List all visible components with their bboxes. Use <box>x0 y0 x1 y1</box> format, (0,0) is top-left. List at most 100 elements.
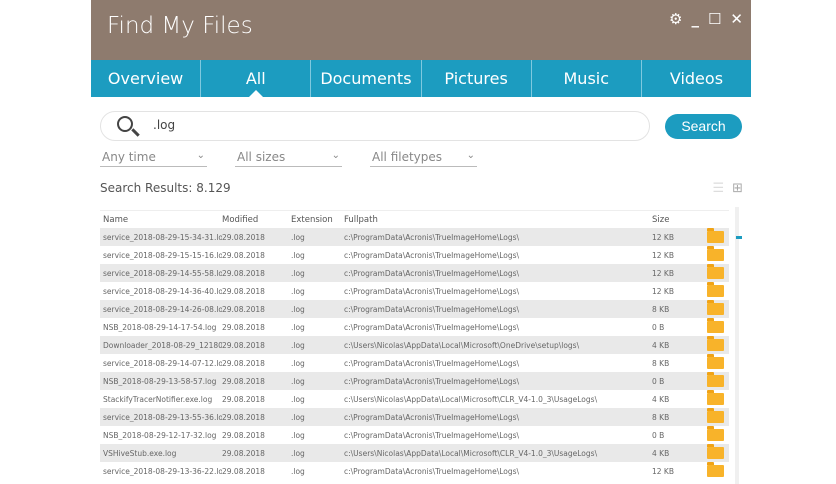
file-size: 4 KB <box>652 340 670 350</box>
file-name: service_2018-08-29-14-07-12.log <box>103 358 222 368</box>
open-folder-icon[interactable] <box>707 372 724 387</box>
col-modified[interactable]: Modified <box>222 215 291 225</box>
col-name[interactable]: Name <box>100 215 222 225</box>
tab-documents[interactable]: Documents <box>311 60 422 97</box>
table-row[interactable]: service_2018-08-29-15-34-31.log 29.08.201… <box>100 228 729 246</box>
open-folder-icon[interactable] <box>707 282 724 297</box>
search-box <box>100 111 650 141</box>
tab-all[interactable]: All <box>201 60 312 97</box>
file-size: 12 KB <box>652 232 674 242</box>
file-name: service_2018-08-29-14-36-40.log <box>103 286 222 296</box>
modified-date: 29.08.2018 <box>222 376 265 386</box>
open-folder-icon[interactable] <box>707 462 724 477</box>
tab-music[interactable]: Music <box>532 60 642 97</box>
open-folder-icon[interactable] <box>707 264 724 279</box>
open-folder-icon[interactable] <box>707 318 724 333</box>
open-folder-icon[interactable] <box>707 390 724 405</box>
category-tabs: Overview All Documents Pictures Music Vi… <box>91 60 751 97</box>
open-folder-icon[interactable] <box>707 444 724 459</box>
search-icon <box>117 116 133 132</box>
file-name: service_2018-08-29-15-34-31.log <box>103 232 222 242</box>
modified-date: 29.08.2018 <box>222 448 265 458</box>
file-size: 8 KB <box>652 304 670 314</box>
scrollbar-thumb[interactable] <box>736 236 742 239</box>
fullpath: c:\ProgramData\Acronis\TrueImageHome\Log… <box>344 322 520 332</box>
file-size: 0 B <box>652 430 665 440</box>
filetype-filter[interactable]: All filetypes ⌄ <box>370 150 477 167</box>
extension: .log <box>291 322 305 332</box>
scrollbar[interactable] <box>735 207 739 484</box>
close-icon[interactable]: ✕ <box>730 10 743 28</box>
chevron-down-icon: ⌄ <box>466 150 475 161</box>
open-folder-icon[interactable] <box>707 336 724 351</box>
table-row[interactable]: VSHiveStub.exe.log 29.08.2018 .log c:\Users… <box>100 444 729 462</box>
table-row[interactable]: NSB_2018-08-29-14-17-54.log 29.08.2018 .lo… <box>100 318 729 336</box>
file-size: 12 KB <box>652 286 674 296</box>
gear-icon[interactable]: ⚙ <box>669 10 682 28</box>
table-row[interactable]: service_2018-08-29-13-55-36.log 29.08.201… <box>100 408 729 426</box>
modified-date: 29.08.2018 <box>222 268 265 278</box>
table-row[interactable]: service_2018-08-29-13-36-22.log 29.08.201… <box>100 462 729 480</box>
table-row[interactable]: service_2018-08-29-15-15-16.log 29.08.201… <box>100 246 729 264</box>
fullpath: c:\ProgramData\Acronis\TrueImageHome\Log… <box>344 376 520 386</box>
extension: .log <box>291 466 305 476</box>
file-name: service_2018-08-29-13-55-36.log <box>103 412 222 422</box>
modified-date: 29.08.2018 <box>222 250 265 260</box>
table-row[interactable]: StackifyTracerNotifier.exe.log 29.08.2018… <box>100 390 729 408</box>
tab-pictures[interactable]: Pictures <box>422 60 532 97</box>
col-extension[interactable]: Extension <box>291 215 344 225</box>
open-folder-icon[interactable] <box>707 354 724 369</box>
extension: .log <box>291 268 305 278</box>
tab-videos[interactable]: Videos <box>642 60 751 97</box>
extension: .log <box>291 286 305 296</box>
table-row[interactable]: NSB_2018-08-29-13-58-57.log 29.08.2018 .lo… <box>100 372 729 390</box>
modified-date: 29.08.2018 <box>222 358 265 368</box>
col-size[interactable]: Size <box>652 215 707 225</box>
table-row[interactable]: service_2018-08-29-14-55-58.log 29.08.201… <box>100 264 729 282</box>
file-size: 12 KB <box>652 466 674 476</box>
table-row[interactable]: service_2018-08-29-14-26-08.log 29.08.201… <box>100 300 729 318</box>
open-folder-icon[interactable] <box>707 408 724 423</box>
table-row[interactable]: Downloader_2018-08-29_121805_2...29.08.2… <box>100 336 729 354</box>
open-folder-icon[interactable] <box>707 300 724 315</box>
time-filter-value: Any time <box>102 150 156 164</box>
file-name: StackifyTracerNotifier.exe.log <box>103 394 213 404</box>
maximize-icon[interactable]: ☐ <box>708 10 721 28</box>
open-folder-icon[interactable] <box>707 228 724 243</box>
table-header: Name Modified Extension Fullpath Size <box>100 210 729 228</box>
file-size: 4 KB <box>652 448 670 458</box>
file-name: VSHiveStub.exe.log <box>103 448 177 458</box>
tab-overview[interactable]: Overview <box>91 60 202 97</box>
table-row[interactable]: service_2018-08-29-14-36-40.log 29.08.201… <box>100 282 729 300</box>
minimize-icon[interactable]: _ <box>691 10 699 28</box>
extension: .log <box>291 448 305 458</box>
modified-date: 29.08.2018 <box>222 340 265 350</box>
size-filter[interactable]: All sizes ⌄ <box>235 150 342 167</box>
fullpath: c:\ProgramData\Acronis\TrueImageHome\Log… <box>344 232 520 242</box>
search-results-count: Search Results: 8.129 <box>100 181 231 195</box>
open-folder-icon[interactable] <box>707 426 724 441</box>
modified-date: 29.08.2018 <box>222 430 265 440</box>
fullpath: c:\ProgramData\Acronis\TrueImageHome\Log… <box>344 268 520 278</box>
table-row[interactable]: service_2018-08-29-14-07-12.log 29.08.201… <box>100 354 729 372</box>
table-row[interactable]: NSB_2018-08-29-12-17-32.log 29.08.2018 .lo… <box>100 426 729 444</box>
modified-date: 29.08.2018 <box>222 394 265 404</box>
open-folder-icon[interactable] <box>707 246 724 261</box>
file-size: 0 B <box>652 322 665 332</box>
extension: .log <box>291 358 305 368</box>
file-name: service_2018-08-29-15-15-16.log <box>103 250 222 260</box>
list-view-icon[interactable]: ☰ <box>712 181 724 196</box>
search-button[interactable]: Search <box>665 114 742 139</box>
fullpath: c:\Users\Nicolas\AppData\Local\Microsoft… <box>344 340 580 350</box>
grid-view-icon[interactable]: ⊞ <box>732 181 743 196</box>
chevron-down-icon: ⌄ <box>331 150 340 161</box>
modified-date: 29.08.2018 <box>222 412 265 422</box>
time-filter[interactable]: Any time ⌄ <box>100 150 207 167</box>
extension: .log <box>291 250 305 260</box>
search-input[interactable] <box>153 118 553 132</box>
file-size: 12 KB <box>652 250 674 260</box>
extension: .log <box>291 430 305 440</box>
fullpath: c:\ProgramData\Acronis\TrueImageHome\Log… <box>344 250 520 260</box>
modified-date: 29.08.2018 <box>222 304 265 314</box>
col-fullpath[interactable]: Fullpath <box>344 215 652 225</box>
